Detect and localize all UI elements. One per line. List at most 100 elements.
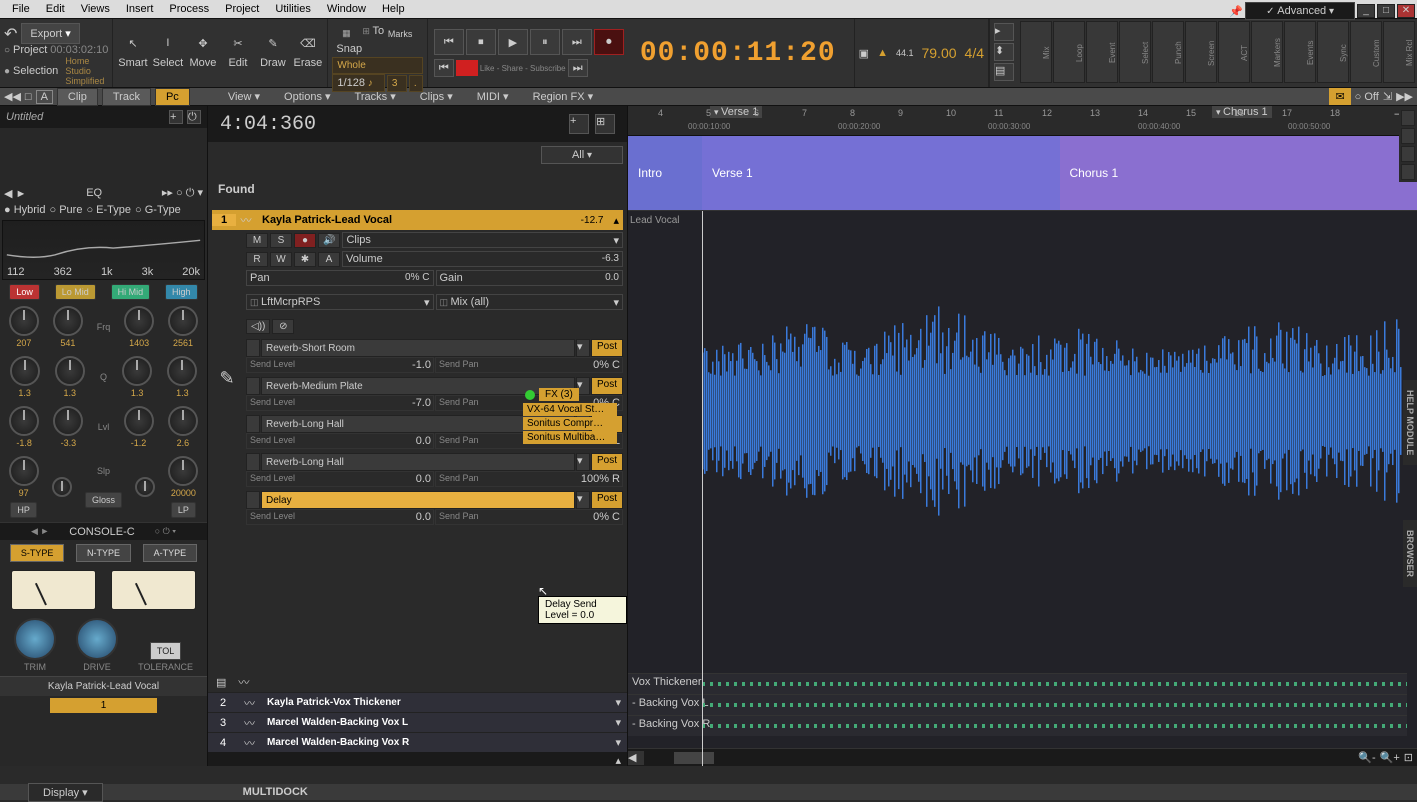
tab-mixrcl[interactable]: Mix Rcl	[1383, 21, 1415, 83]
expand-icon[interactable]: ⇲	[1383, 90, 1392, 103]
menu-insert[interactable]: Insert	[118, 1, 162, 17]
play-button[interactable]: ▶	[498, 29, 528, 55]
pan-slider[interactable]: Pan0% C	[246, 270, 434, 286]
samplerate[interactable]: 44.1	[896, 48, 914, 58]
send-4-name[interactable]: Delay	[261, 491, 575, 509]
stop-button[interactable]: ⏹	[466, 29, 496, 55]
scroll-left[interactable]: ◀	[628, 751, 644, 765]
mini-track[interactable]: - Backing Vox R	[628, 715, 1407, 736]
automation-button[interactable]: A	[318, 252, 340, 267]
mini-waveform[interactable]	[702, 703, 1407, 707]
tol-button[interactable]: TOL	[150, 642, 181, 660]
gain-slider[interactable]: Gain0.0	[436, 270, 624, 286]
arm-button[interactable]: ●	[294, 233, 316, 248]
eq-gtype[interactable]: ○ G-Type	[135, 204, 181, 216]
workspace-dropdown[interactable]: ✓ Advanced ▾	[1245, 2, 1355, 20]
freq-knob-2[interactable]	[53, 306, 83, 336]
track-expand-icon[interactable]: ▾	[609, 696, 627, 709]
edit-tool[interactable]: ✂Edit	[220, 23, 255, 71]
s-type-button[interactable]: S-TYPE	[10, 544, 65, 562]
waveform-clip[interactable]	[702, 271, 1402, 551]
pin-icon[interactable]: 📌	[1229, 5, 1243, 18]
send-1-led[interactable]	[246, 377, 260, 395]
eq-controls[interactable]: ▸▸ ○ ⏻ ▾	[162, 186, 203, 200]
send-4-pan[interactable]: Send Pan0% C	[435, 509, 623, 525]
send-0-dd[interactable]: ▾	[576, 339, 590, 357]
send-0-level[interactable]: Send Level-1.0	[246, 357, 434, 373]
camera-icon[interactable]: ▣	[859, 47, 869, 60]
tab-markers[interactable]: Markers	[1251, 21, 1283, 83]
send-0-post[interactable]: Post	[591, 339, 623, 357]
archive-button[interactable]: ✱	[294, 252, 316, 267]
q-knob-4[interactable]	[167, 356, 197, 386]
menu-window[interactable]: Window	[319, 1, 374, 17]
auto-icon[interactable]: 〰	[238, 674, 249, 690]
band-himid[interactable]: Hi Mid	[111, 284, 151, 300]
n-type-button[interactable]: N-TYPE	[76, 544, 131, 562]
waveform-icon[interactable]: 〰	[236, 212, 256, 228]
time-plus[interactable]: +	[569, 114, 589, 134]
snap-whole[interactable]: Whole	[332, 57, 422, 74]
eq-pure[interactable]: ○ Pure	[50, 204, 83, 216]
main-timecode[interactable]: 00:00:11:20	[628, 38, 848, 69]
eq-nav-left[interactable]: ◀ ►	[4, 187, 26, 200]
rt-selection-icon[interactable]	[1401, 110, 1415, 126]
smart-tool[interactable]: ↖Smart	[115, 23, 150, 71]
read-button[interactable]: R	[246, 252, 268, 267]
hp-button[interactable]: HP	[10, 502, 37, 518]
monitor-button[interactable]: 🔊	[318, 233, 340, 248]
send-3-name[interactable]: Reverb-Long Hall	[261, 453, 575, 471]
lvl-knob-3[interactable]	[124, 406, 154, 436]
send-4-post[interactable]: Post	[591, 491, 623, 509]
send-3-led[interactable]	[246, 453, 260, 471]
write-button[interactable]: W	[270, 252, 292, 267]
browser-tab[interactable]: BROWSER	[1403, 520, 1417, 587]
rt-info-icon[interactable]	[1401, 164, 1415, 180]
toggle-icon[interactable]: ▤	[216, 676, 226, 689]
tempo-value[interactable]: 79.00	[921, 45, 956, 61]
slp-knob-1[interactable]	[52, 477, 72, 497]
display-button[interactable]: Display ▾	[28, 783, 103, 802]
mini-waveform[interactable]	[702, 682, 1407, 686]
q-knob-3[interactable]	[122, 356, 152, 386]
nav-a-icon[interactable]: A	[36, 90, 53, 104]
metronome-icon[interactable]: ▲	[877, 47, 888, 59]
forward-button[interactable]: ⏭	[562, 29, 592, 55]
track-expand-icon[interactable]: ▾	[609, 716, 627, 729]
youtube-icon[interactable]	[456, 60, 478, 76]
eq-graph[interactable]: 1123621k3k20k	[2, 220, 205, 280]
volume-slider[interactable]: Volume-6.3	[342, 251, 623, 267]
clips-dropdown[interactable]: Clips▾	[342, 232, 623, 248]
timeline-ruler[interactable]: ▾ Verse 1 ▾ Chorus 1 4567891011121314151…	[628, 106, 1417, 136]
q-knob-2[interactable]	[55, 356, 85, 386]
drive-knob[interactable]	[76, 618, 118, 660]
aux-btn-1[interactable]: ▸	[994, 23, 1014, 41]
interleave-button[interactable]: ⊘	[272, 319, 294, 334]
options-menu[interactable]: Options ▾	[274, 88, 341, 105]
view-menu[interactable]: View ▾	[218, 88, 270, 105]
trim-knob[interactable]	[14, 618, 56, 660]
band-low[interactable]: Low	[9, 284, 40, 300]
lvl-knob-1[interactable]	[9, 406, 39, 436]
mini-waveform[interactable]	[702, 724, 1407, 728]
lvl-knob-2[interactable]	[53, 406, 83, 436]
lvl-knob-4[interactable]	[168, 406, 198, 436]
menu-edit[interactable]: Edit	[38, 1, 73, 17]
section-chorus1[interactable]: Chorus 1	[1060, 136, 1417, 210]
waveform-icon[interactable]: 〰	[238, 735, 261, 751]
band-lomid[interactable]: Lo Mid	[55, 284, 96, 300]
send-3-pan[interactable]: Send Pan100% R	[435, 471, 623, 487]
track-row-name[interactable]: Marcel Walden-Backing Vox L	[261, 717, 609, 728]
lp-button[interactable]: LP	[171, 502, 196, 518]
help-tab[interactable]: HELP MODULE	[1403, 380, 1417, 465]
send-2-led[interactable]	[246, 415, 260, 433]
minimize-button[interactable]: _	[1357, 4, 1375, 18]
power-button[interactable]: ⏻	[187, 110, 201, 124]
nav-right-icon[interactable]: ▶▶	[1396, 90, 1413, 103]
freq-knob-1[interactable]	[9, 306, 39, 336]
solo-button[interactable]: S	[270, 233, 292, 248]
filter-dropdown[interactable]: All ▾	[541, 146, 623, 164]
fx-power-led[interactable]	[525, 390, 535, 400]
tab-select[interactable]: Select	[1119, 21, 1151, 83]
timesig-value[interactable]: 4/4	[965, 45, 984, 61]
